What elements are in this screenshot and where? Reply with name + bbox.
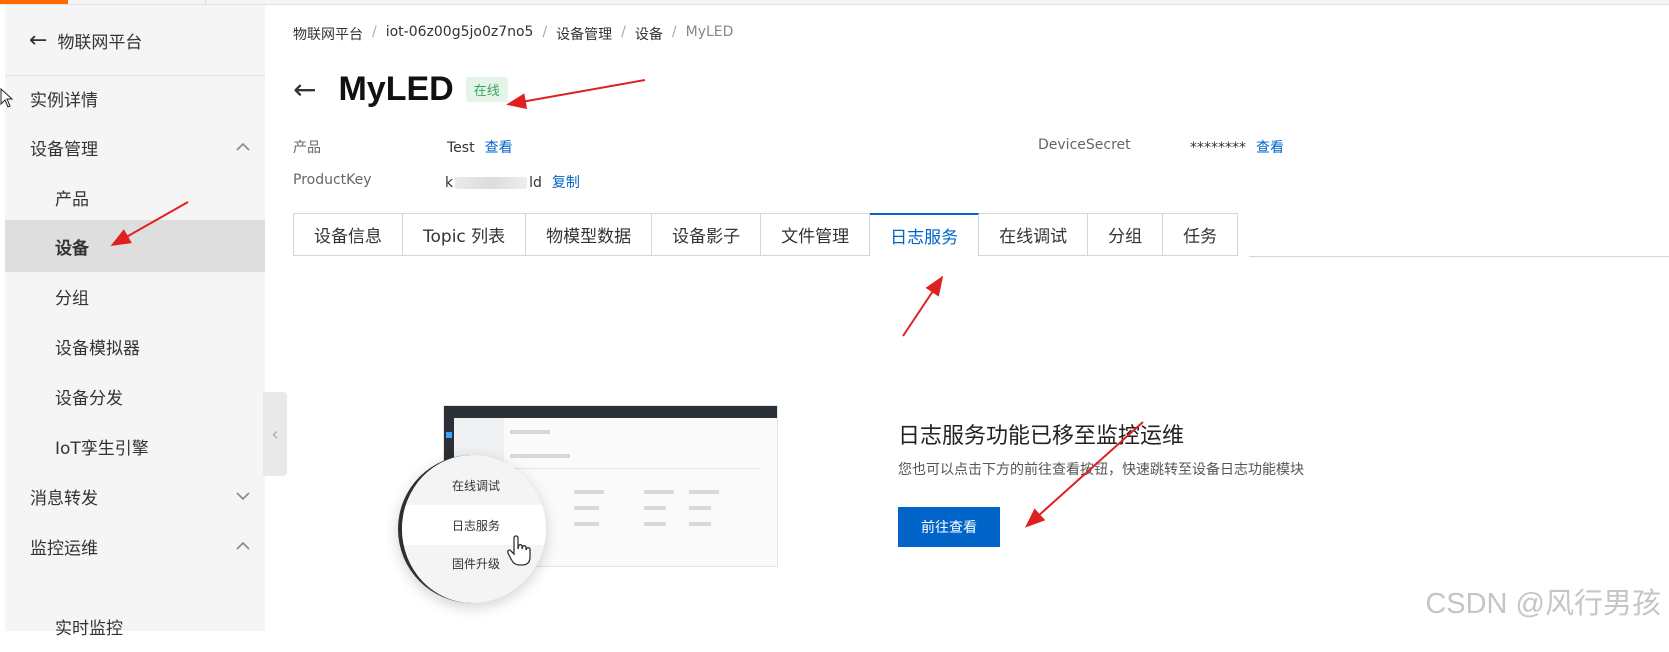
breadcrumb-item[interactable]: iot-06z00g5jo0z7no5 (386, 24, 534, 44)
go-view-button[interactable]: 前往查看 (898, 507, 1000, 547)
breadcrumb-item[interactable]: 物联网平台 (293, 24, 363, 44)
tab-task[interactable]: 任务 (1163, 213, 1239, 256)
product-label-row: 产品 (293, 137, 321, 157)
sidebar-item-device[interactable]: 设备 (5, 220, 265, 272)
sidebar-item-label: 设备 (55, 238, 89, 259)
sidebar-item-iot-twin-engine[interactable]: IoT孪生引擎 (5, 420, 265, 472)
back-arrow-icon[interactable]: ← (29, 28, 47, 53)
tab-file-management[interactable]: 文件管理 (761, 213, 871, 256)
sidebar-item-label: 设备管理 (30, 139, 98, 160)
sidebar-item-device-distribution[interactable]: 设备分发 (5, 370, 265, 422)
secret-value-row: ******** 查看 (1190, 137, 1284, 157)
breadcrumb-current: MyLED (685, 24, 734, 40)
chevron-down-icon[interactable] (233, 486, 253, 506)
status-badge: 在线 (465, 77, 508, 102)
notice-title: 日志服务功能已移至监控运维 (898, 424, 1185, 449)
log-service-illustration: 在线调试 日志服务 固件升级 (398, 405, 778, 615)
sidebar-title: 物联网平台 (57, 32, 143, 53)
productkey-label-row: ProductKey (293, 172, 372, 188)
breadcrumb-item[interactable]: 设备管理 (556, 24, 612, 44)
sidebar-header[interactable]: ← 物联网平台 (5, 5, 265, 76)
productkey-label: ProductKey (293, 172, 372, 188)
productkey-value-row: k ld 复制 (445, 172, 580, 192)
sidebar-item-group[interactable]: 分组 (5, 270, 265, 322)
sidebar-item-label: 实时监控 (55, 618, 123, 639)
sidebar-item-product[interactable]: 产品 (5, 171, 265, 223)
chevron-left-icon: ‹ (271, 423, 279, 445)
devicesecret-label: DeviceSecret (1038, 137, 1131, 153)
sidebar-item-label: 分组 (55, 288, 89, 309)
sidebar-item-label: 设备分发 (55, 388, 123, 409)
product-value: Test (447, 140, 475, 156)
sidebar-item-label: 设备模拟器 (55, 338, 140, 359)
breadcrumb: 物联网平台 / iot-06z00g5jo0z7no5/ 设备管理 / 设备 / My… (293, 24, 734, 44)
productkey-suffix: ld (529, 175, 542, 191)
menu-magnifier: 在线调试 日志服务 固件升级 (398, 455, 546, 603)
tab-log-service[interactable]: 日志服务 (870, 213, 980, 257)
tab-bar: 设备信息 Topic 列表 物模型数据 设备影子 文件管理 日志服务 在线调试 … (293, 213, 1239, 257)
annotation-arrow (902, 275, 944, 337)
sidebar-item-device-simulator[interactable]: 设备模拟器 (5, 320, 265, 372)
tab-topic-list[interactable]: Topic 列表 (403, 213, 527, 256)
tab-device-info[interactable]: 设备信息 (293, 213, 403, 256)
sidebar-item-label: 实例详情 (30, 90, 98, 111)
sidebar-collapse-toggle[interactable]: ‹ (263, 392, 287, 476)
pointer-hand-icon (507, 535, 531, 566)
tab-bar-baseline (1249, 256, 1669, 257)
redaction-blur (455, 177, 528, 189)
notice-description: 您也可以点击下方的前往查看按钮，快速跳转至设备日志功能模块 (898, 462, 1304, 478)
productkey-copy-link[interactable]: 复制 (552, 175, 580, 191)
sidebar-item-realtime-monitor[interactable]: 实时监控 (5, 600, 265, 652)
sidebar-item-monitoring-ops[interactable]: 监控运维 (5, 520, 265, 572)
chevron-up-icon[interactable] (233, 536, 253, 556)
sidebar-item-instance-detail[interactable]: 实例详情 (5, 72, 265, 124)
page-header: ← MyLED 在线 (293, 70, 508, 109)
sidebar-item-message-forwarding[interactable]: 消息转发 (5, 470, 265, 522)
product-value-row: Test 查看 (447, 137, 513, 157)
illustration-menu-item: 在线调试 (451, 478, 500, 493)
watermark: CSDN @风行男孩 (1425, 588, 1661, 620)
tab-online-debug[interactable]: 在线调试 (979, 213, 1089, 256)
sidebar-item-device-management[interactable]: 设备管理 (5, 121, 265, 173)
annotation-arrow (506, 79, 646, 110)
page-title: MyLED (338, 70, 454, 108)
breadcrumb-item[interactable]: 设备 (635, 24, 663, 44)
devicesecret-value: ******** (1190, 140, 1246, 156)
product-label: 产品 (293, 140, 321, 156)
sidebar-item-label: 监控运维 (30, 538, 98, 559)
sidebar-item-label: IoT孪生引擎 (55, 438, 149, 459)
productkey-prefix: k (445, 175, 454, 191)
brand-strip (0, 0, 68, 4)
devicesecret-view-link[interactable]: 查看 (1256, 140, 1284, 156)
chevron-up-icon[interactable] (233, 137, 253, 157)
sidebar: ← 物联网平台 实例详情 设备管理 产品 设备 分组 设备模拟器 设备分发 Io… (5, 5, 265, 639)
tab-thing-model-data[interactable]: 物模型数据 (526, 213, 653, 256)
sidebar-item-label: 消息转发 (30, 488, 98, 509)
secret-label-row: DeviceSecret (1038, 137, 1131, 153)
tab-device-shadow[interactable]: 设备影子 (652, 213, 762, 256)
top-bar-divider (205, 0, 206, 4)
mouse-cursor-icon (0, 88, 14, 108)
sidebar-item-label: 产品 (55, 189, 89, 210)
product-view-link[interactable]: 查看 (485, 140, 513, 156)
tab-group[interactable]: 分组 (1088, 213, 1164, 256)
back-arrow-icon[interactable]: ← (293, 73, 316, 106)
